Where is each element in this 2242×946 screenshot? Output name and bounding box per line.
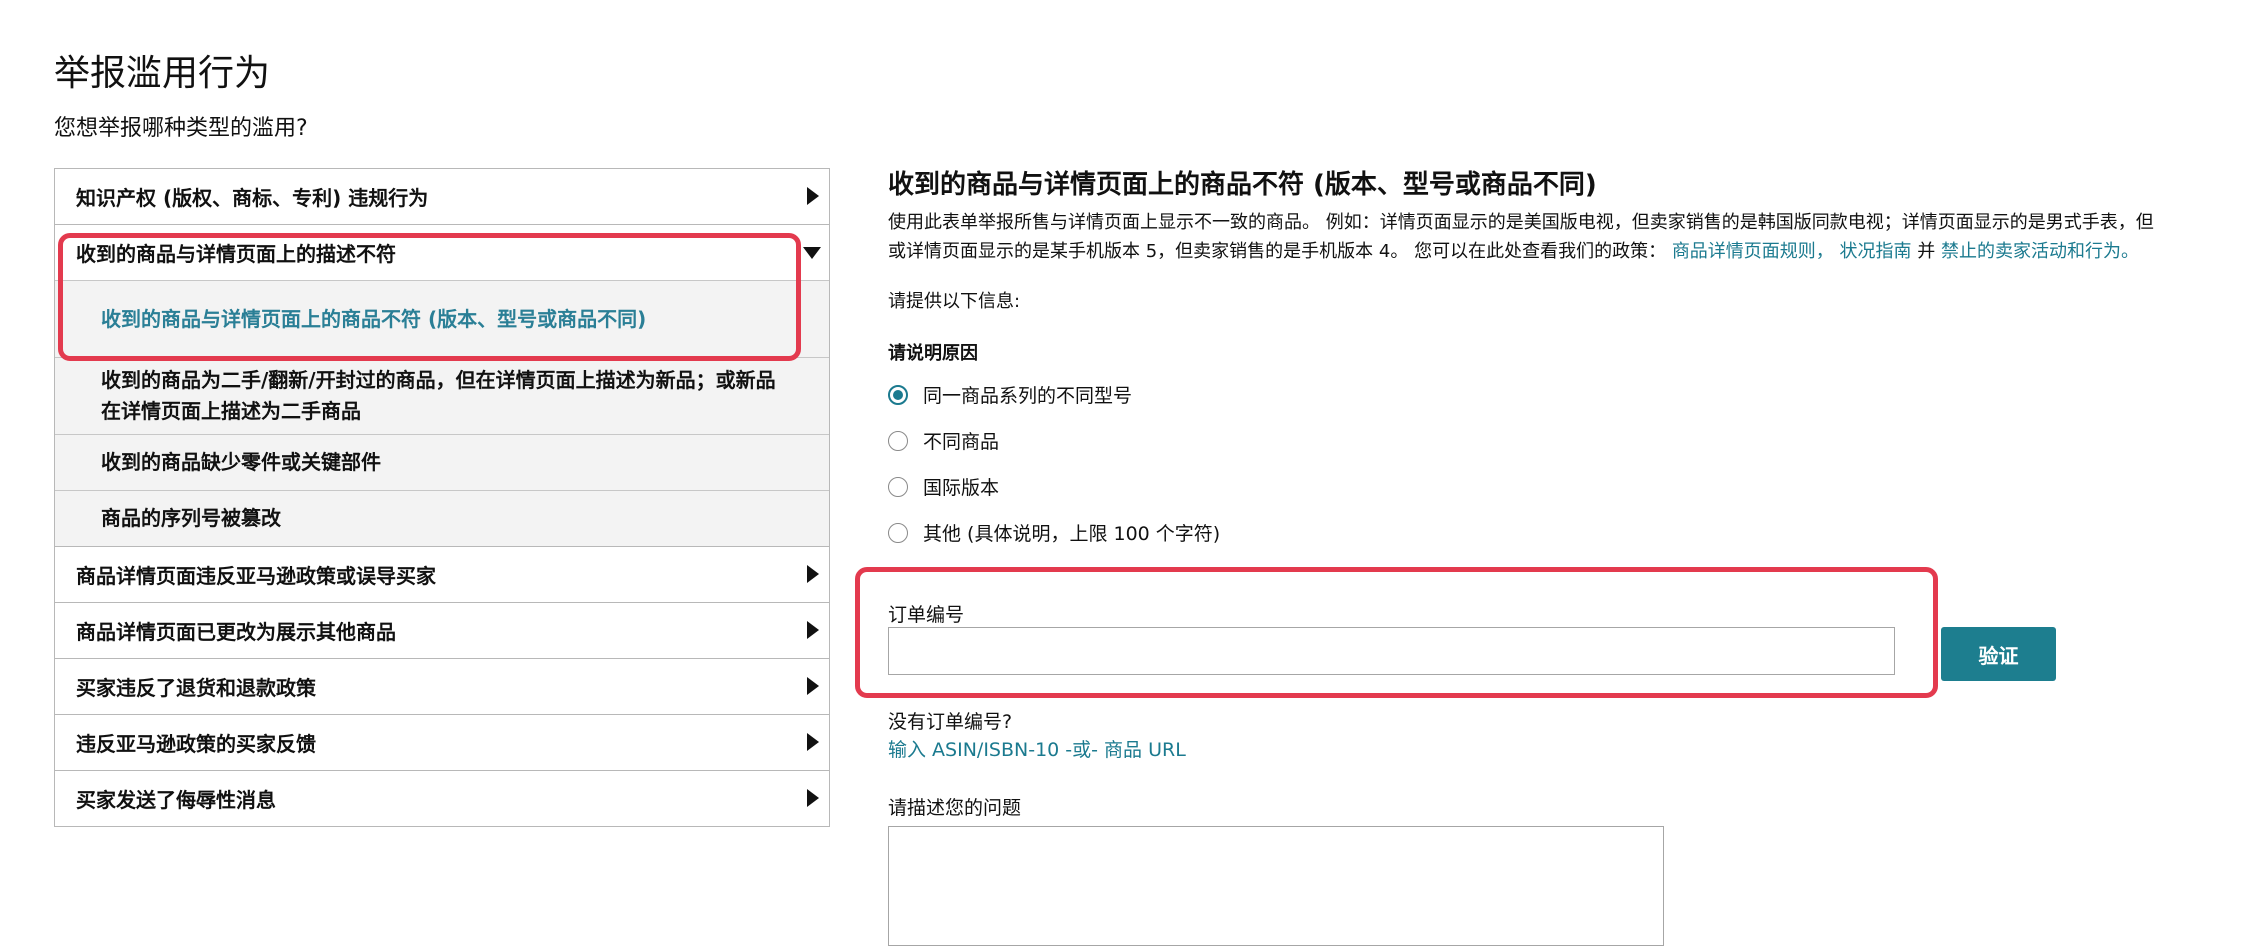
category-abusive-message[interactable]: 买家发送了侮辱性消息 bbox=[55, 771, 829, 827]
reason-option-different-item[interactable]: 不同商品 bbox=[888, 427, 999, 454]
reason-option-label: 不同商品 bbox=[923, 431, 1000, 453]
order-number-input[interactable] bbox=[888, 627, 1895, 675]
describe-issue-label: 请描述您的问题 bbox=[888, 797, 1022, 819]
category-label: 买家发送了侮辱性消息 bbox=[76, 788, 276, 812]
subcategory-different-item[interactable]: 收到的商品与详情页面上的商品不符 (版本、型号或商品不同) bbox=[55, 280, 829, 357]
caret-down-icon bbox=[803, 247, 821, 259]
verify-button[interactable]: 验证 bbox=[1941, 627, 2056, 681]
reason-label: 请说明原因 bbox=[888, 343, 978, 364]
no-order-number-text: 没有订单编号? bbox=[888, 711, 1013, 733]
caret-right-icon bbox=[807, 187, 819, 205]
subcategory-label-line2: 在详情页面上描述为二手商品 bbox=[101, 399, 361, 423]
category-buyer-feedback[interactable]: 违反亚马逊政策的买家反馈 bbox=[55, 715, 829, 771]
subcategory-serial-tampered[interactable]: 商品的序列号被篡改 bbox=[55, 490, 829, 546]
form-title: 收到的商品与详情页面上的商品不符 (版本、型号或商品不同) bbox=[888, 170, 1597, 200]
caret-right-icon bbox=[807, 677, 819, 695]
radio-button[interactable] bbox=[888, 522, 908, 543]
category-label: 商品详情页面违反亚马逊政策或误导买家 bbox=[76, 564, 436, 588]
abuse-category-list: 知识产权 (版权、商标、专利) 违规行为 收到的商品与详情页面上的描述不符 收到… bbox=[54, 168, 830, 827]
form-description: 使用此表单举报所售与详情页面上显示不一致的商品。 例如：详情页面显示的是美国版电… bbox=[888, 208, 2242, 266]
category-ip-violation[interactable]: 知识产权 (版权、商标、专利) 违规行为 bbox=[55, 169, 829, 225]
subcategory-missing-parts[interactable]: 收到的商品缺少零件或关键部件 bbox=[55, 434, 829, 490]
reason-option-label: 同一商品系列的不同型号 bbox=[923, 385, 1133, 407]
category-label: 商品详情页面已更改为展示其他商品 bbox=[76, 620, 396, 644]
subcategory-label: 收到的商品与详情页面上的商品不符 (版本、型号或商品不同) bbox=[101, 306, 647, 331]
asin-url-link[interactable]: 输入 ASIN/ISBN-10 -或- 商品 URL bbox=[888, 735, 1186, 762]
radio-button[interactable] bbox=[888, 384, 908, 405]
listing-rules-link[interactable]: 商品详情页面规则， bbox=[1672, 241, 1834, 262]
condition-guide-link[interactable]: 状况指南 bbox=[1840, 241, 1912, 262]
category-label: 收到的商品与详情页面上的描述不符 bbox=[76, 242, 396, 266]
subcategory-label: 收到的商品缺少零件或关键部件 bbox=[101, 450, 381, 474]
reason-option-other[interactable]: 其他 (具体说明，上限 100 个字符) bbox=[888, 519, 1220, 546]
radio-button[interactable] bbox=[888, 476, 908, 497]
describe-issue-textarea[interactable] bbox=[888, 826, 1664, 946]
page-title: 举报滥用行为 bbox=[54, 53, 271, 94]
reason-option-international-version[interactable]: 国际版本 bbox=[888, 473, 999, 500]
form-description-line2: 或详情页面显示的是某手机版本 5，但卖家销售的是手机版本 4。 您可以在此处查看… bbox=[888, 237, 2242, 266]
caret-right-icon bbox=[807, 621, 819, 639]
form-description-text: 或详情页面显示的是某手机版本 5，但卖家销售的是手机版本 4。 您可以在此处查看… bbox=[888, 241, 1667, 262]
order-number-label: 订单编号 bbox=[888, 604, 965, 626]
abuse-type-question: 您想举报哪种类型的滥用? bbox=[54, 116, 308, 141]
category-not-as-described[interactable]: 收到的商品与详情页面上的描述不符 收到的商品与详情页面上的商品不符 (版本、型号… bbox=[55, 225, 829, 547]
info-prompt: 请提供以下信息: bbox=[888, 291, 1021, 312]
reason-option-different-model[interactable]: 同一商品系列的不同型号 bbox=[888, 381, 1132, 408]
radio-button[interactable] bbox=[888, 430, 908, 451]
form-description-and: 并 bbox=[1917, 241, 1936, 262]
category-listing-changed[interactable]: 商品详情页面已更改为展示其他商品 bbox=[55, 603, 829, 659]
category-label: 违反亚马逊政策的买家反馈 bbox=[76, 732, 316, 756]
subcategory-label: 商品的序列号被篡改 bbox=[101, 506, 281, 530]
form-description-line1: 使用此表单举报所售与详情页面上显示不一致的商品。 例如：详情页面显示的是美国版电… bbox=[888, 212, 2154, 233]
caret-right-icon bbox=[807, 789, 819, 807]
category-return-policy[interactable]: 买家违反了退货和退款政策 bbox=[55, 659, 829, 715]
category-label: 买家违反了退货和退款政策 bbox=[76, 676, 316, 700]
category-listing-policy-violation[interactable]: 商品详情页面违反亚马逊政策或误导买家 bbox=[55, 547, 829, 603]
reason-option-label: 国际版本 bbox=[923, 477, 1000, 499]
subcategory-label: 收到的商品为二手/翻新/开封过的商品，但在详情页面上描述为新品；或新品 在详情页… bbox=[101, 365, 776, 427]
reason-option-label: 其他 (具体说明，上限 100 个字符) bbox=[923, 523, 1221, 545]
caret-right-icon bbox=[807, 565, 819, 583]
category-label: 知识产权 (版权、商标、专利) 违规行为 bbox=[76, 186, 429, 210]
caret-right-icon bbox=[807, 733, 819, 751]
subcategory-label-line1: 收到的商品为二手/翻新/开封过的商品，但在详情页面上描述为新品；或新品 bbox=[101, 368, 776, 392]
subcategory-used-as-new[interactable]: 收到的商品为二手/翻新/开封过的商品，但在详情页面上描述为新品；或新品 在详情页… bbox=[55, 357, 829, 434]
prohibited-activities-link[interactable]: 禁止的卖家活动和行为。 bbox=[1941, 241, 2139, 262]
